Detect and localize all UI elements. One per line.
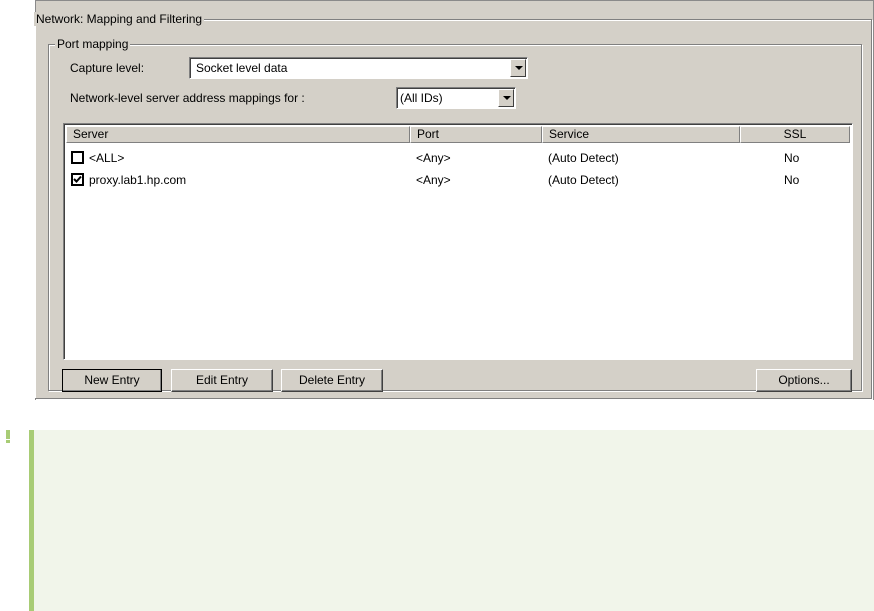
- new-entry-button[interactable]: New Entry: [62, 369, 162, 392]
- column-header-ssl[interactable]: SSL: [740, 126, 850, 143]
- checkmark-icon: [73, 175, 82, 183]
- row-service: (Auto Detect): [548, 151, 619, 165]
- chevron-down-icon[interactable]: [510, 59, 526, 77]
- column-header-server[interactable]: Server: [66, 126, 410, 143]
- row-server: proxy.lab1.hp.com: [89, 173, 187, 187]
- row-checkbox[interactable]: [71, 173, 84, 186]
- column-header-port[interactable]: Port: [410, 126, 542, 143]
- delete-entry-button[interactable]: Delete Entry: [281, 369, 383, 392]
- network-mapping-title: Network: Mapping and Filtering: [34, 12, 205, 26]
- server-list[interactable]: Server Port Service SSL <ALL> <Any> (Aut…: [63, 123, 853, 360]
- row-checkbox[interactable]: [71, 151, 84, 164]
- address-mappings-select[interactable]: (All IDs): [396, 87, 516, 109]
- capture-level-value: Socket level data: [196, 61, 288, 75]
- capture-level-select[interactable]: Socket level data: [189, 57, 528, 79]
- row-port: <Any>: [416, 151, 451, 165]
- table-row[interactable]: proxy.lab1.hp.com <Any> (Auto Detect) No: [66, 170, 850, 190]
- chevron-down-icon[interactable]: [498, 89, 514, 107]
- port-mapping-title: Port mapping: [55, 37, 131, 51]
- table-row[interactable]: <ALL> <Any> (Auto Detect) No: [66, 148, 850, 168]
- network-mapping-dialog: Network: Mapping and Filtering Port mapp…: [34, 0, 874, 400]
- row-ssl: No: [784, 173, 800, 187]
- server-list-header: Server Port Service SSL: [66, 126, 850, 143]
- capture-level-label: Capture level:: [70, 61, 145, 75]
- note-box: [29, 430, 874, 611]
- edit-entry-button[interactable]: Edit Entry: [171, 369, 273, 392]
- row-service: (Auto Detect): [548, 173, 619, 187]
- exclamation-icon: [6, 430, 10, 443]
- row-port: <Any>: [416, 173, 451, 187]
- options-button[interactable]: Options...: [756, 369, 852, 392]
- column-header-service[interactable]: Service: [542, 126, 740, 143]
- address-mappings-label: Network-level server address mappings fo…: [70, 91, 305, 105]
- address-mappings-value: (All IDs): [400, 91, 443, 105]
- row-ssl: No: [784, 151, 800, 165]
- row-server: <ALL>: [89, 151, 125, 165]
